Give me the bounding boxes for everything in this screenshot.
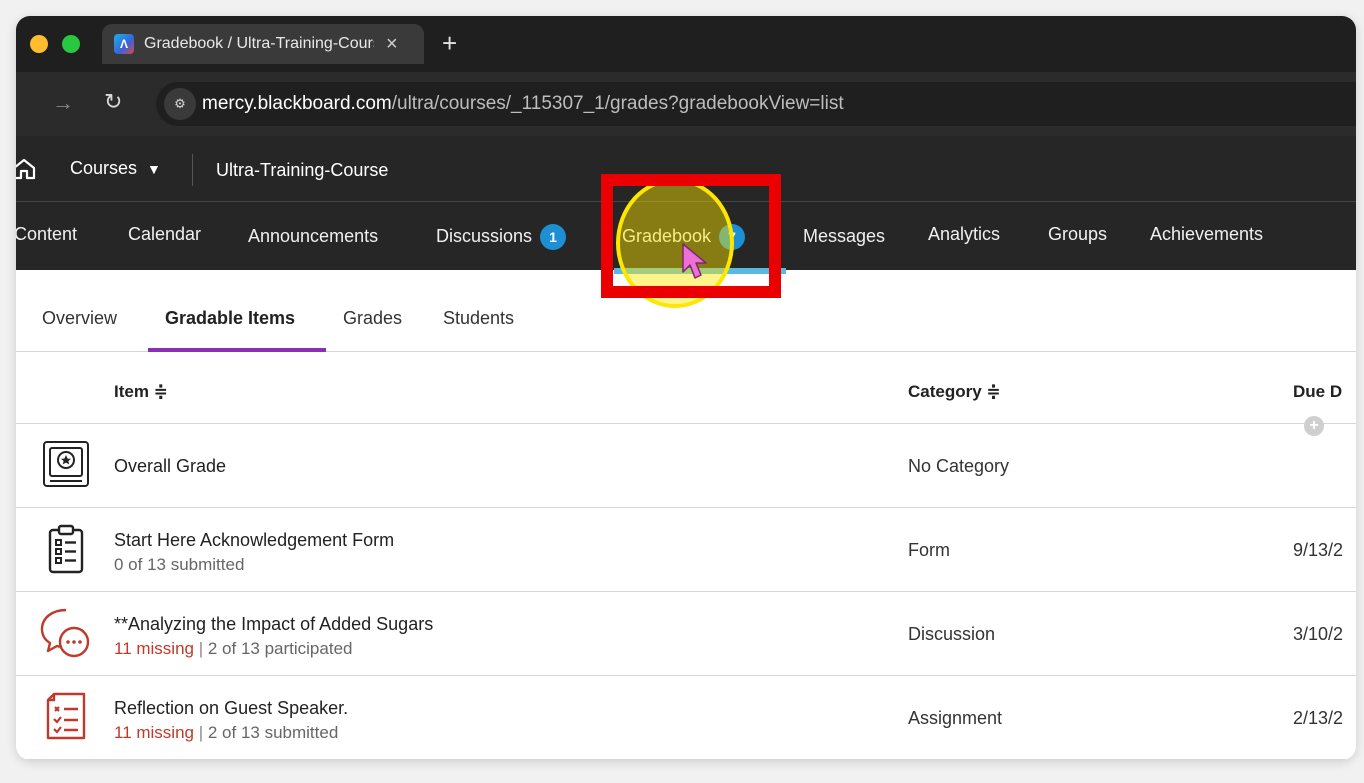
item-due-date: 9/13/2 xyxy=(1293,540,1344,560)
nav-discussions[interactable]: Discussions 1 xyxy=(436,224,567,250)
item-title[interactable]: Reflection on Guest Speaker. xyxy=(114,698,348,719)
header-divider xyxy=(192,154,193,186)
table-row[interactable]: Reflection on Guest Speaker. 11 missing … xyxy=(16,676,1356,760)
screenshot-frame: Λ Gradebook / Ultra-Training-Course × + … xyxy=(16,16,1356,760)
discussion-icon xyxy=(40,608,90,658)
item-category: Discussion xyxy=(908,624,996,644)
tab-gradable-items[interactable]: Gradable Items xyxy=(165,308,295,329)
courses-label: Courses xyxy=(70,158,138,178)
course-name-link[interactable]: Ultra-Training-Course xyxy=(216,160,388,181)
tab-students[interactable]: Students xyxy=(443,308,514,329)
site-settings-icon[interactable]: ⚙ xyxy=(164,88,196,120)
column-item-sort[interactable]: Item ≑ xyxy=(114,382,168,402)
nav-messages[interactable]: Messages xyxy=(803,226,885,247)
url-field[interactable]: ⚙ mercy.blackboard.com/ultra/courses/_11… xyxy=(156,82,1356,126)
form-clipboard-icon xyxy=(48,524,84,574)
column-category-sort[interactable]: Category ≑ xyxy=(908,382,1001,402)
tab-grades[interactable]: Grades xyxy=(343,308,402,329)
missing-count: 11 missing xyxy=(114,639,194,658)
overall-grade-icon xyxy=(43,441,89,487)
maximize-window-button[interactable] xyxy=(62,35,80,53)
nav-achievements[interactable]: Achievements xyxy=(1150,224,1263,245)
browser-tab-gradebook[interactable]: Λ Gradebook / Ultra-Training-Course × xyxy=(102,24,424,64)
item-due-date: 2/13/2 xyxy=(1293,708,1344,728)
item-title[interactable]: Start Here Acknowledgement Form xyxy=(114,530,394,551)
new-tab-button[interactable]: + xyxy=(442,28,457,59)
tab-overview[interactable]: Overview xyxy=(42,308,117,329)
table-row[interactable]: Overall Grade No Category xyxy=(16,424,1356,508)
browser-address-bar: → ↻ ⚙ mercy.blackboard.com/ultra/courses… xyxy=(16,72,1356,136)
minimize-window-button[interactable] xyxy=(30,35,48,53)
discussions-badge: 1 xyxy=(540,224,567,250)
close-tab-icon[interactable]: × xyxy=(386,33,398,56)
item-due-date: 3/10/2 xyxy=(1293,624,1344,644)
home-icon[interactable] xyxy=(16,158,36,180)
tab-title: Gradebook / Ultra-Training-Course xyxy=(144,35,374,52)
assignment-icon xyxy=(46,692,86,740)
nav-announcements[interactable]: Announcements xyxy=(248,226,378,247)
mouse-cursor-icon xyxy=(682,243,707,279)
nav-groups[interactable]: Groups xyxy=(1048,224,1107,245)
courses-dropdown[interactable]: Courses ▼ xyxy=(70,158,161,179)
item-category: No Category xyxy=(908,456,1010,476)
add-item-plus-icon[interactable]: + xyxy=(1304,416,1324,436)
item-title[interactable]: **Analyzing the Impact of Added Sugars xyxy=(114,614,433,635)
nav-content[interactable]: Content xyxy=(16,224,77,245)
item-status: 0 of 13 submitted xyxy=(114,555,245,574)
table-row[interactable]: Start Here Acknowledgement Form 0 of 13 … xyxy=(16,508,1356,592)
table-header: Item ≑ Category ≑ Due D + xyxy=(16,352,1356,436)
item-status: 11 missing | 2 of 13 submitted xyxy=(114,723,339,742)
item-category: Form xyxy=(908,540,950,560)
missing-count: 11 missing xyxy=(114,723,194,742)
nav-calendar[interactable]: Calendar xyxy=(128,224,201,245)
url-text: mercy.blackboard.com/ultra/courses/_1153… xyxy=(202,93,844,114)
gradebook-subtabs: Overview Gradable Items Grades Students xyxy=(16,294,1356,352)
forward-arrow-icon[interactable]: → xyxy=(52,90,74,116)
column-due-date[interactable]: Due D xyxy=(1293,382,1342,402)
nav-analytics[interactable]: Analytics xyxy=(928,224,1000,245)
reload-icon[interactable]: ↻ xyxy=(104,89,122,115)
blackboard-favicon-icon: Λ xyxy=(114,34,134,54)
item-status: 11 missing | 2 of 13 participated xyxy=(114,639,353,658)
item-category: Assignment xyxy=(908,708,1003,728)
browser-tab-bar: Λ Gradebook / Ultra-Training-Course × + xyxy=(16,16,1356,72)
caret-down-icon: ▼ xyxy=(147,160,161,177)
table-row[interactable]: **Analyzing the Impact of Added Sugars 1… xyxy=(16,592,1356,676)
item-title[interactable]: Overall Grade xyxy=(114,456,226,477)
